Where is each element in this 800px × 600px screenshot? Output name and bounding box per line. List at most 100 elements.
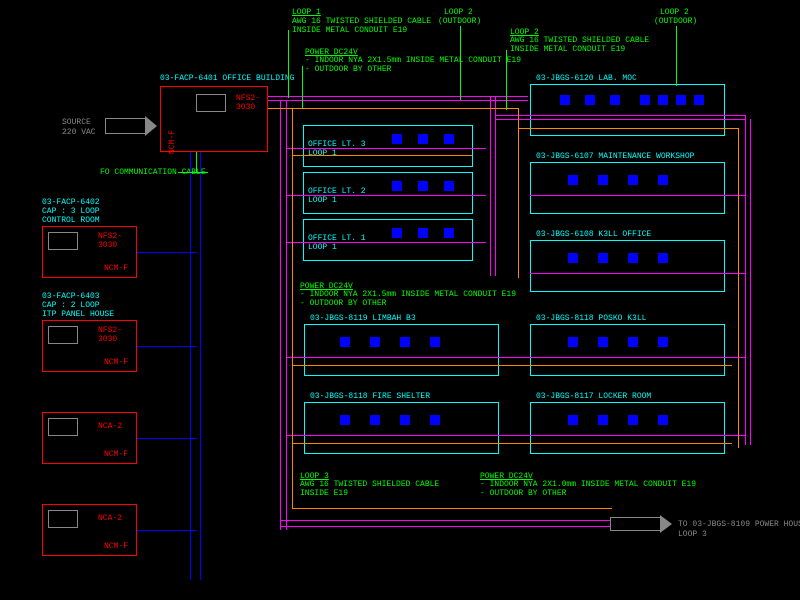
wire-grn-v1 bbox=[288, 30, 289, 98]
panel3-id: 03-FACP-6403 bbox=[42, 292, 100, 301]
wire-mag-h9 bbox=[286, 435, 746, 436]
output-arrow-body bbox=[610, 517, 660, 531]
dev-6108-3 bbox=[628, 253, 638, 263]
output-arrow-head bbox=[660, 515, 672, 533]
dev-o3-2 bbox=[418, 134, 428, 144]
wire-mag-h5 bbox=[495, 115, 745, 116]
wire-org-h1 bbox=[268, 108, 518, 109]
dev-8118f-2 bbox=[370, 415, 380, 425]
wire-org-v2 bbox=[518, 108, 519, 278]
dev-8119-3 bbox=[400, 337, 410, 347]
wire-mag-h1b bbox=[268, 100, 528, 101]
wire-blue-v1 bbox=[190, 152, 191, 580]
panel2-loc: CONTROL ROOM bbox=[42, 216, 100, 225]
dev-8117-2 bbox=[598, 415, 608, 425]
panel3-module: NFS2- 3030 bbox=[98, 326, 122, 344]
wire-mag-h4 bbox=[286, 242, 486, 243]
dev-6108-2 bbox=[598, 253, 608, 263]
dev-8117-4 bbox=[658, 415, 668, 425]
dev-6120-7 bbox=[694, 95, 704, 105]
wire-blue-h3 bbox=[137, 438, 197, 439]
wire-org-h4 bbox=[292, 443, 732, 444]
zone-6107 bbox=[530, 162, 725, 214]
panel4-module: NCA-2 bbox=[98, 422, 122, 431]
dev-6107-4 bbox=[658, 175, 668, 185]
dev-8118p-1 bbox=[568, 337, 578, 347]
zone-6108-label: 03-JBGS-6108 K3LL OFFICE bbox=[536, 230, 651, 239]
dev-o1-3 bbox=[444, 228, 454, 238]
dev-6120-1 bbox=[560, 95, 570, 105]
panel3-comm: NCM-F bbox=[104, 358, 128, 367]
wire-mag-h10 bbox=[280, 520, 610, 521]
wire-org-h2 bbox=[292, 155, 472, 156]
wire-grn-v3 bbox=[460, 26, 461, 100]
loop1-title: LOOP 1 bbox=[292, 8, 321, 17]
main-panel-id: 03-FACP-6401 OFFICE BUILDING bbox=[160, 74, 294, 83]
dev-o2-1 bbox=[392, 181, 402, 191]
panel5-module: NCA-2 bbox=[98, 514, 122, 523]
wire-mag-v3b bbox=[750, 119, 751, 445]
zone-8119-label: 03-JBGS-8119 LIMBAH B3 bbox=[310, 314, 416, 323]
wire-mag-h8 bbox=[286, 357, 746, 358]
dev-o3-1 bbox=[392, 134, 402, 144]
loop2-out-r-sub: (OUTDOOR) bbox=[654, 17, 697, 26]
wire-blue-h1 bbox=[137, 252, 197, 253]
dev-6120-5 bbox=[658, 95, 668, 105]
dev-6107-3 bbox=[628, 175, 638, 185]
wire-mag-v2b bbox=[495, 96, 496, 276]
zone-8118p bbox=[530, 324, 725, 376]
zone-8117 bbox=[530, 402, 725, 454]
zone-6108 bbox=[530, 240, 725, 292]
zone-8118p-label: 03-JBGS-8118 POSKO K3LL bbox=[536, 314, 646, 323]
source-voltage: 220 VAC bbox=[62, 128, 96, 137]
panel2-id: 03-FACP-6402 bbox=[42, 198, 100, 207]
dev-o1-1 bbox=[392, 228, 402, 238]
loop2-out-title: LOOP 2 bbox=[444, 8, 473, 17]
dev-o3-3 bbox=[444, 134, 454, 144]
wire-mag-h6 bbox=[530, 195, 745, 196]
wire-blue-h2 bbox=[137, 346, 197, 347]
panel3-cap: CAP : 2 LOOP bbox=[42, 301, 100, 310]
wire-grn-v4 bbox=[506, 50, 507, 110]
panel4-comm: NCM-F bbox=[104, 450, 128, 459]
panel2-module: NFS2- 3030 bbox=[98, 232, 122, 250]
dev-6120-4 bbox=[640, 95, 650, 105]
power3-desc: - INDOOR NYA 2X1.0mm INSIDE METAL CONDUI… bbox=[480, 480, 696, 498]
loop2-desc: AWG 16 TWISTED SHIELDED CABLE INSIDE MET… bbox=[510, 36, 649, 54]
source-arrow-head bbox=[145, 116, 157, 136]
wire-grn-v5 bbox=[676, 26, 677, 86]
wire-mag-h2 bbox=[286, 148, 486, 149]
wire-org-v3 bbox=[738, 128, 739, 448]
wire-org-h5 bbox=[518, 128, 738, 129]
dev-o2-3 bbox=[444, 181, 454, 191]
panel2-cap: CAP : 3 LOOP bbox=[42, 207, 100, 216]
wire-blue-h4 bbox=[137, 530, 197, 531]
zone-office2-label: OFFICE LT. 2 LOOP 1 bbox=[308, 187, 366, 205]
zone-8117-label: 03-JBGS-8117 LOCKER ROOM bbox=[536, 392, 651, 401]
loop2-out-r-title: LOOP 2 bbox=[660, 8, 689, 17]
wire-mag-h7 bbox=[530, 273, 745, 274]
dev-8118f-3 bbox=[400, 415, 410, 425]
zone-6120-label: 03-JBGS-6120 LAB. MOC bbox=[536, 74, 637, 83]
wire-mag-h3 bbox=[286, 195, 486, 196]
dev-6120-2 bbox=[585, 95, 595, 105]
dev-8118p-3 bbox=[628, 337, 638, 347]
wire-org-h3 bbox=[292, 365, 732, 366]
zone-6107-label: 03-JBGS-6107 MAINTENANCE WORKSHOP bbox=[536, 152, 694, 161]
wire-org-v1 bbox=[292, 108, 293, 508]
dev-6120-3 bbox=[610, 95, 620, 105]
wire-grn-v2 bbox=[302, 66, 303, 108]
main-panel-icon bbox=[196, 94, 226, 112]
panel3-loc: ITP PANEL HOUSE bbox=[42, 310, 114, 319]
zone-8118f-label: 03-JBGS-8118 FIRE SHELTER bbox=[310, 392, 430, 401]
wire-mag-v2 bbox=[490, 96, 491, 276]
dev-8119-4 bbox=[430, 337, 440, 347]
dev-8118p-4 bbox=[658, 337, 668, 347]
wire-mag-h5b bbox=[495, 119, 745, 120]
main-module: NFS2- 3030 bbox=[236, 94, 260, 112]
wire-mag-h10b bbox=[280, 526, 610, 527]
main-comm: NCM-F bbox=[168, 130, 177, 154]
loop3-desc: AWG 16 TWISTED SHIELDED CABLE INSIDE E19 bbox=[300, 480, 439, 498]
dev-6120-6 bbox=[676, 95, 686, 105]
source-label: SOURCE bbox=[62, 118, 91, 127]
